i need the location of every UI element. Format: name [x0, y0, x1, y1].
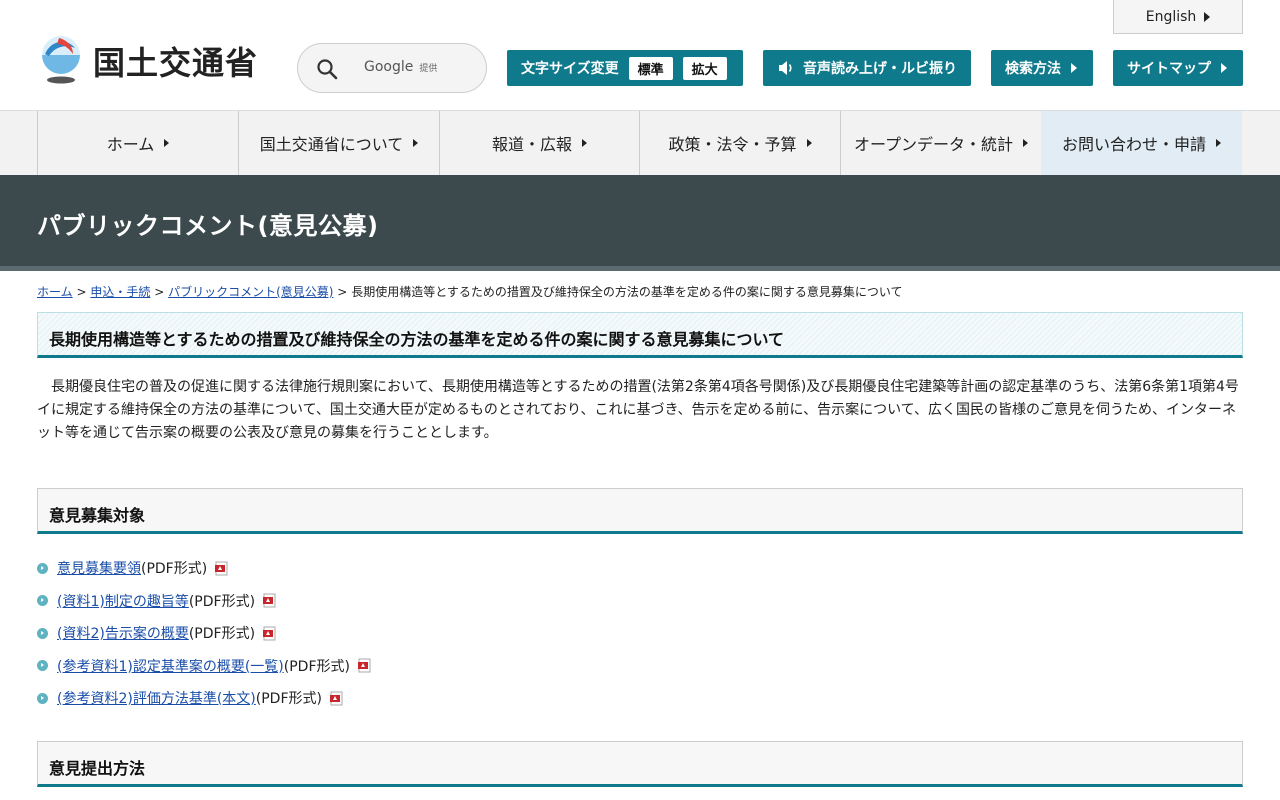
section-heading-text: 意見提出方法: [49, 759, 146, 778]
bullet-arrow-icon: [37, 595, 48, 607]
nav-item-label: オープンデータ・統計: [853, 135, 1014, 154]
english-link[interactable]: English: [1113, 0, 1243, 34]
arrow-right-icon: [806, 139, 812, 147]
breadcrumb-separator: >: [154, 285, 165, 299]
list-item: (資料2)告示案の概要 (PDF形式): [37, 617, 1243, 650]
bullet-arrow-icon: [37, 562, 48, 574]
nav-item-opendata[interactable]: オープンデータ・統計: [840, 111, 1041, 175]
pdf-icon: [263, 626, 276, 641]
nav-item-label: 報道・広報: [491, 135, 572, 154]
global-nav: ホーム 国土交通省について 報道・広報 政策・法令・予算 オープンデータ・統計 …: [0, 111, 1280, 175]
speaker-icon: [779, 61, 792, 75]
site-header: 国土交通省 Google 提供 English 文字サイズ変更 標準 拡大 音声読…: [0, 0, 1280, 111]
font-size-large-button[interactable]: 拡大: [682, 56, 727, 80]
article-title-box: 長期使用構造等とするための措置及び維持保全の方法の基準を定める件の案に関する意見…: [37, 312, 1243, 358]
document-link[interactable]: (資料2)告示案の概要: [57, 623, 189, 643]
breadcrumb-link-public-comment[interactable]: パブリックコメント(意見公募): [168, 285, 333, 299]
breadcrumb-separator: >: [337, 285, 348, 299]
howto-label: 検索方法: [1005, 61, 1061, 77]
search-provider: Google 提供: [364, 59, 437, 75]
document-link[interactable]: 意見募集要領: [57, 558, 141, 578]
nav-item-label: ホーム: [106, 135, 155, 154]
voice-ruby-button[interactable]: 音声読み上げ・ルビ振り: [763, 50, 971, 86]
pdf-icon: [263, 593, 276, 608]
english-label: English: [1145, 8, 1197, 25]
breadcrumb-link-procedures[interactable]: 申込・手続: [90, 285, 150, 299]
nav-item-label: 政策・法令・予算: [668, 135, 797, 154]
nav-item-label: 国土交通省について: [259, 135, 404, 154]
logo-text: 国土交通省: [93, 44, 259, 82]
list-item: 意見募集要領 (PDF形式): [37, 552, 1243, 585]
arrow-right-icon: [164, 139, 170, 147]
sitemap-label: サイトマップ: [1127, 61, 1211, 77]
mlit-emblem-icon: [42, 36, 80, 84]
list-item: (参考資料2)評価方法基準(本文) (PDF形式): [37, 682, 1243, 715]
nav-item-press[interactable]: 報道・広報: [439, 111, 639, 175]
arrow-right-icon: [1023, 139, 1029, 147]
document-link[interactable]: (参考資料1)認定基準案の概要(一覧): [57, 656, 284, 676]
lead-paragraph: 長期優良住宅の普及の促進に関する法律施行規則案において、長期使用構造等とするため…: [37, 379, 1239, 441]
provided-label: 提供: [419, 64, 438, 74]
document-link[interactable]: (参考資料2)評価方法基準(本文): [57, 688, 256, 708]
document-format: (PDF形式): [188, 593, 256, 610]
document-format: (PDF形式): [188, 626, 256, 643]
breadcrumb-separator: >: [76, 285, 87, 299]
document-format: (PDF形式): [141, 561, 208, 578]
list-item: (参考資料1)認定基準案の概要(一覧) (PDF形式): [37, 650, 1243, 683]
arrow-right-icon: [1071, 63, 1077, 73]
font-size-standard-button[interactable]: 標準: [628, 56, 673, 80]
arrow-right-icon: [413, 139, 419, 147]
bullet-arrow-icon: [37, 660, 48, 672]
document-link[interactable]: (資料1)制定の趣旨等: [57, 591, 189, 611]
section-heading-text: 意見募集対象: [49, 506, 146, 525]
nav-item-label: お問い合わせ・申請: [1061, 135, 1206, 154]
document-format: (PDF形式): [283, 658, 350, 675]
arrow-right-icon: [582, 139, 587, 147]
arrow-right-icon: [1204, 11, 1211, 22]
pdf-icon: [357, 658, 371, 673]
arrow-right-icon: [1221, 63, 1227, 73]
section-heading-submission: 意見提出方法: [37, 741, 1243, 787]
arrow-right-icon: [1216, 139, 1221, 147]
search-howto-button[interactable]: 検索方法: [991, 50, 1093, 86]
breadcrumb: ホーム > 申込・手続 > パブリックコメント(意見公募) > 長期使用構造等と…: [37, 283, 1247, 300]
font-size-label: 文字サイズ変更: [521, 61, 619, 77]
pdf-icon: [215, 561, 228, 576]
nav-item-about[interactable]: 国土交通省について: [238, 111, 439, 175]
nav-item-policy[interactable]: 政策・法令・予算: [639, 111, 840, 175]
voice-label: 音声読み上げ・ルビ振り: [803, 61, 957, 77]
font-size-control: 文字サイズ変更 標準 拡大: [507, 50, 743, 86]
sitemap-button[interactable]: サイトマップ: [1113, 50, 1243, 86]
page-category-title: パブリックコメント(意見公募): [37, 212, 379, 240]
nav-item-home[interactable]: ホーム: [37, 111, 238, 175]
document-list: 意見募集要領 (PDF形式) (資料1)制定の趣旨等 (PDF形式) (資料2)…: [37, 552, 1243, 715]
bullet-arrow-icon: [37, 627, 48, 639]
bullet-arrow-icon: [37, 692, 48, 704]
section-heading-targets: 意見募集対象: [37, 488, 1243, 534]
google-label: Google: [364, 59, 414, 75]
document-format: (PDF形式): [255, 691, 322, 708]
search-icon[interactable]: [316, 58, 338, 80]
breadcrumb-link-home[interactable]: ホーム: [37, 285, 73, 299]
list-item: (資料1)制定の趣旨等 (PDF形式): [37, 585, 1243, 618]
page-banner: パブリックコメント(意見公募): [0, 175, 1280, 271]
page-title: 長期使用構造等とするための措置及び維持保全の方法の基準を定める件の案に関する意見…: [49, 330, 785, 349]
pdf-icon: [329, 691, 343, 706]
nav-item-contact[interactable]: お問い合わせ・申請: [1041, 111, 1242, 175]
site-search[interactable]: Google 提供: [297, 43, 487, 93]
breadcrumb-current: 長期使用構造等とするための措置及び維持保全の方法の基準を定める件の案に関する意見…: [351, 285, 903, 299]
mlit-logo[interactable]: 国土交通省: [37, 34, 267, 88]
